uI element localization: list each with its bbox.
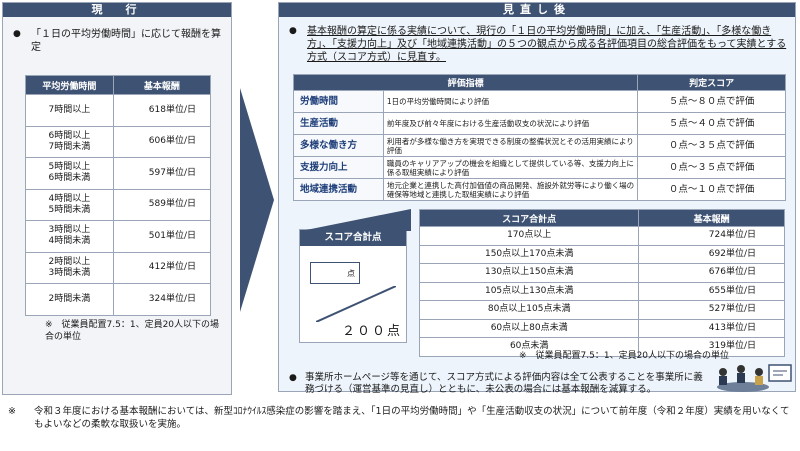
hours-cell: 4時間以上 5時間未満 [25,188,114,221]
footer-text: 令和３年度における基本報酬においては、新型ｺﾛﾅｳｲﾙｽ感染症の影響を踏まえ、「… [34,406,790,430]
current-description: ● 「１日の平均労働時間」に応じて報酬を算定 [13,29,221,53]
score-range-cell: 80点以上105点未満 [418,300,640,320]
score-range: ０点～３５点で評価 [637,156,786,179]
score-input-box: 点 [310,262,360,284]
fee-cell: 597単位/日 [112,157,212,190]
table-row: 130点以上150点未満 676単位/日 [418,263,785,283]
table-row: 支援力向上 職員のキャリアアップの機会を組織として提供している等、支援力向上に係る… [293,156,786,179]
bullet-icon: ● [289,26,297,36]
revised-panel-title: 見直し後 [279,3,795,17]
header-fee: 基本報酬 [112,75,212,95]
table-row: 労働時間 1日の平均労働時間により評価 ５点～８０点で評価 [293,90,786,113]
score-range-cell: 170点以上 [418,226,640,246]
table-row: 6時間以上 7時間未満 606単位/日 [25,125,212,158]
header-indicator: 評価指標 [292,74,639,91]
table-row: 80点以上105点未満 527単位/日 [418,300,785,320]
table-row: 2時間未満 324単位/日 [25,283,212,316]
fee-cell: 676単位/日 [638,263,785,283]
fee-cell: 606単位/日 [112,125,212,158]
current-fee-table: 平均労働時間 基本報酬 7時間以上 618単位/日 6時間以上 7時間未満 606単位… [25,75,212,316]
score-range-cell: 130点以上150点未満 [418,263,640,283]
hours-cell: 3時間以上 4時間未満 [25,220,114,253]
score-range: ０点～３５点で評価 [637,134,786,157]
hours-cell: 5時間以上 6時間未満 [25,157,114,190]
hours-cell: 7時間以上 [25,94,114,127]
indicator-desc: 職員のキャリアアップの機会を組織として提供している等、支援力向上に係る取組実績に… [382,156,639,179]
score-range: ０点～１０点で評価 [637,178,786,201]
score-range-cell: 150点以上170点未満 [418,244,640,264]
table-row: 多様な働き方 利用者が多様な働き方を実現できる制度の整備状況とその活用実績により評… [293,134,786,157]
table-row: 2時間以上 3時間未満 412単位/日 [25,251,212,284]
score-total: ２００点 [341,324,402,339]
hours-cell: 6時間以上 7時間未満 [25,125,114,158]
current-note: ※ 従業員配置7.5：1、定員20人以下の場合の単位 [45,320,220,342]
bullet-icon: ● [289,373,297,383]
arrow-right-icon [240,88,274,312]
hours-cell: 2時間未満 [25,283,114,316]
hours-cell: 2時間以上 3時間未満 [25,251,114,284]
fee-cell: 527単位/日 [638,300,785,320]
score-range-cell: 105点以上130点未満 [418,281,640,301]
fee-cell: 501単位/日 [112,220,212,253]
table-row: 7時間以上 618単位/日 [25,94,212,127]
indicator-name: 地域連携活動 [293,178,384,201]
publication-note: ● 事業所ホームページ等を通じて、スコア方式による評価内容は全て公表することを事… [289,372,703,395]
indicator-name: 支援力向上 [293,156,384,179]
indicator-desc: 1日の平均労働時間により評価 [382,90,639,113]
evaluation-table: 評価指標 判定スコア 労働時間 1日の平均労働時間により評価 ５点～８０点で評価 生産… [292,74,786,201]
bullet-icon: ● [13,29,21,39]
fee-cell: 618単位/日 [112,94,212,127]
fee-cell: 655単位/日 [638,281,785,301]
current-panel-title: 現 行 [3,3,231,17]
table-row: 5時間以上 6時間未満 597単位/日 [25,157,212,190]
indicator-desc: 地元企業と連携した高付加価値の商品開発、施設外就労等により働く場の確保等地域と連… [382,178,639,201]
header-fee: 基本報酬 [638,209,785,227]
score-range-cell: 60点以上80点未満 [418,318,640,338]
footer-note: ※ 令和３年度における基本報酬においては、新型ｺﾛﾅｳｲﾙｽ感染症の影響を踏まえ… [8,405,798,431]
header-hours: 平均労働時間 [25,75,114,95]
header-score: 判定スコア [637,74,786,91]
table-row: 3時間以上 4時間未満 501単位/日 [25,220,212,253]
table-row: 4時間以上 5時間未満 589単位/日 [25,188,212,221]
current-panel: 現 行 ● 「１日の平均労働時間」に応じて報酬を算定 平均労働時間 基本報酬 7… [2,2,232,395]
indicator-name: 労働時間 [293,90,384,113]
indicator-desc: 利用者が多様な働き方を実現できる制度の整備状況とその活用実績により評価 [382,134,639,157]
revised-panel: 見直し後 ● 基本報酬の算定に係る実績について、現行の「１日の平均労働時間」に加… [278,2,796,395]
fee-cell: 413単位/日 [638,318,785,338]
table-row: 地域連携活動 地元企業と連携した高付加価値の商品開発、施設外就労等により働く場の確… [293,178,786,201]
table-row: 60点以上80点未満 413単位/日 [418,318,785,338]
score-box: スコア合計点 点 ２００点 [299,229,407,343]
fee-cell: 324単位/日 [112,283,212,316]
divider-slash [316,286,396,322]
score-range: ５点～４０点で評価 [637,112,786,135]
fee-cell: 692単位/日 [638,244,785,264]
revised-description: ● 基本報酬の算定に係る実績について、現行の「１日の平均労働時間」に加え、「生産… [289,26,787,63]
fee-cell: 724単位/日 [638,226,785,246]
table-row: 生産活動 前年度及び前々年度における生産活動収支の状況により評価 ５点～４０点で評価 [293,112,786,135]
meeting-illustration [717,364,792,392]
revised-note: ※ 従業員配置7.5：1、定員20人以下の場合の単位 [519,351,730,361]
table-row: 150点以上170点未満 692単位/日 [418,244,785,264]
fee-cell: 412単位/日 [112,251,212,284]
connector-shape [301,209,411,231]
indicator-desc: 前年度及び前々年度における生産活動収支の状況により評価 [382,112,639,135]
footer-mark: ※ [8,406,16,417]
score-range: ５点～８０点で評価 [637,90,786,113]
table-row: 105点以上130点未満 655単位/日 [418,281,785,301]
score-box-label: スコア合計点 [300,230,406,246]
fee-cell: 589単位/日 [112,188,212,221]
header-score-total: スコア合計点 [418,209,640,227]
indicator-name: 生産活動 [293,112,384,135]
indicator-name: 多様な働き方 [293,134,384,157]
table-row: 170点以上 724単位/日 [418,226,785,246]
score-fee-table: スコア合計点 基本報酬 170点以上 724単位/日 150点以上170点未満 692… [418,209,785,357]
